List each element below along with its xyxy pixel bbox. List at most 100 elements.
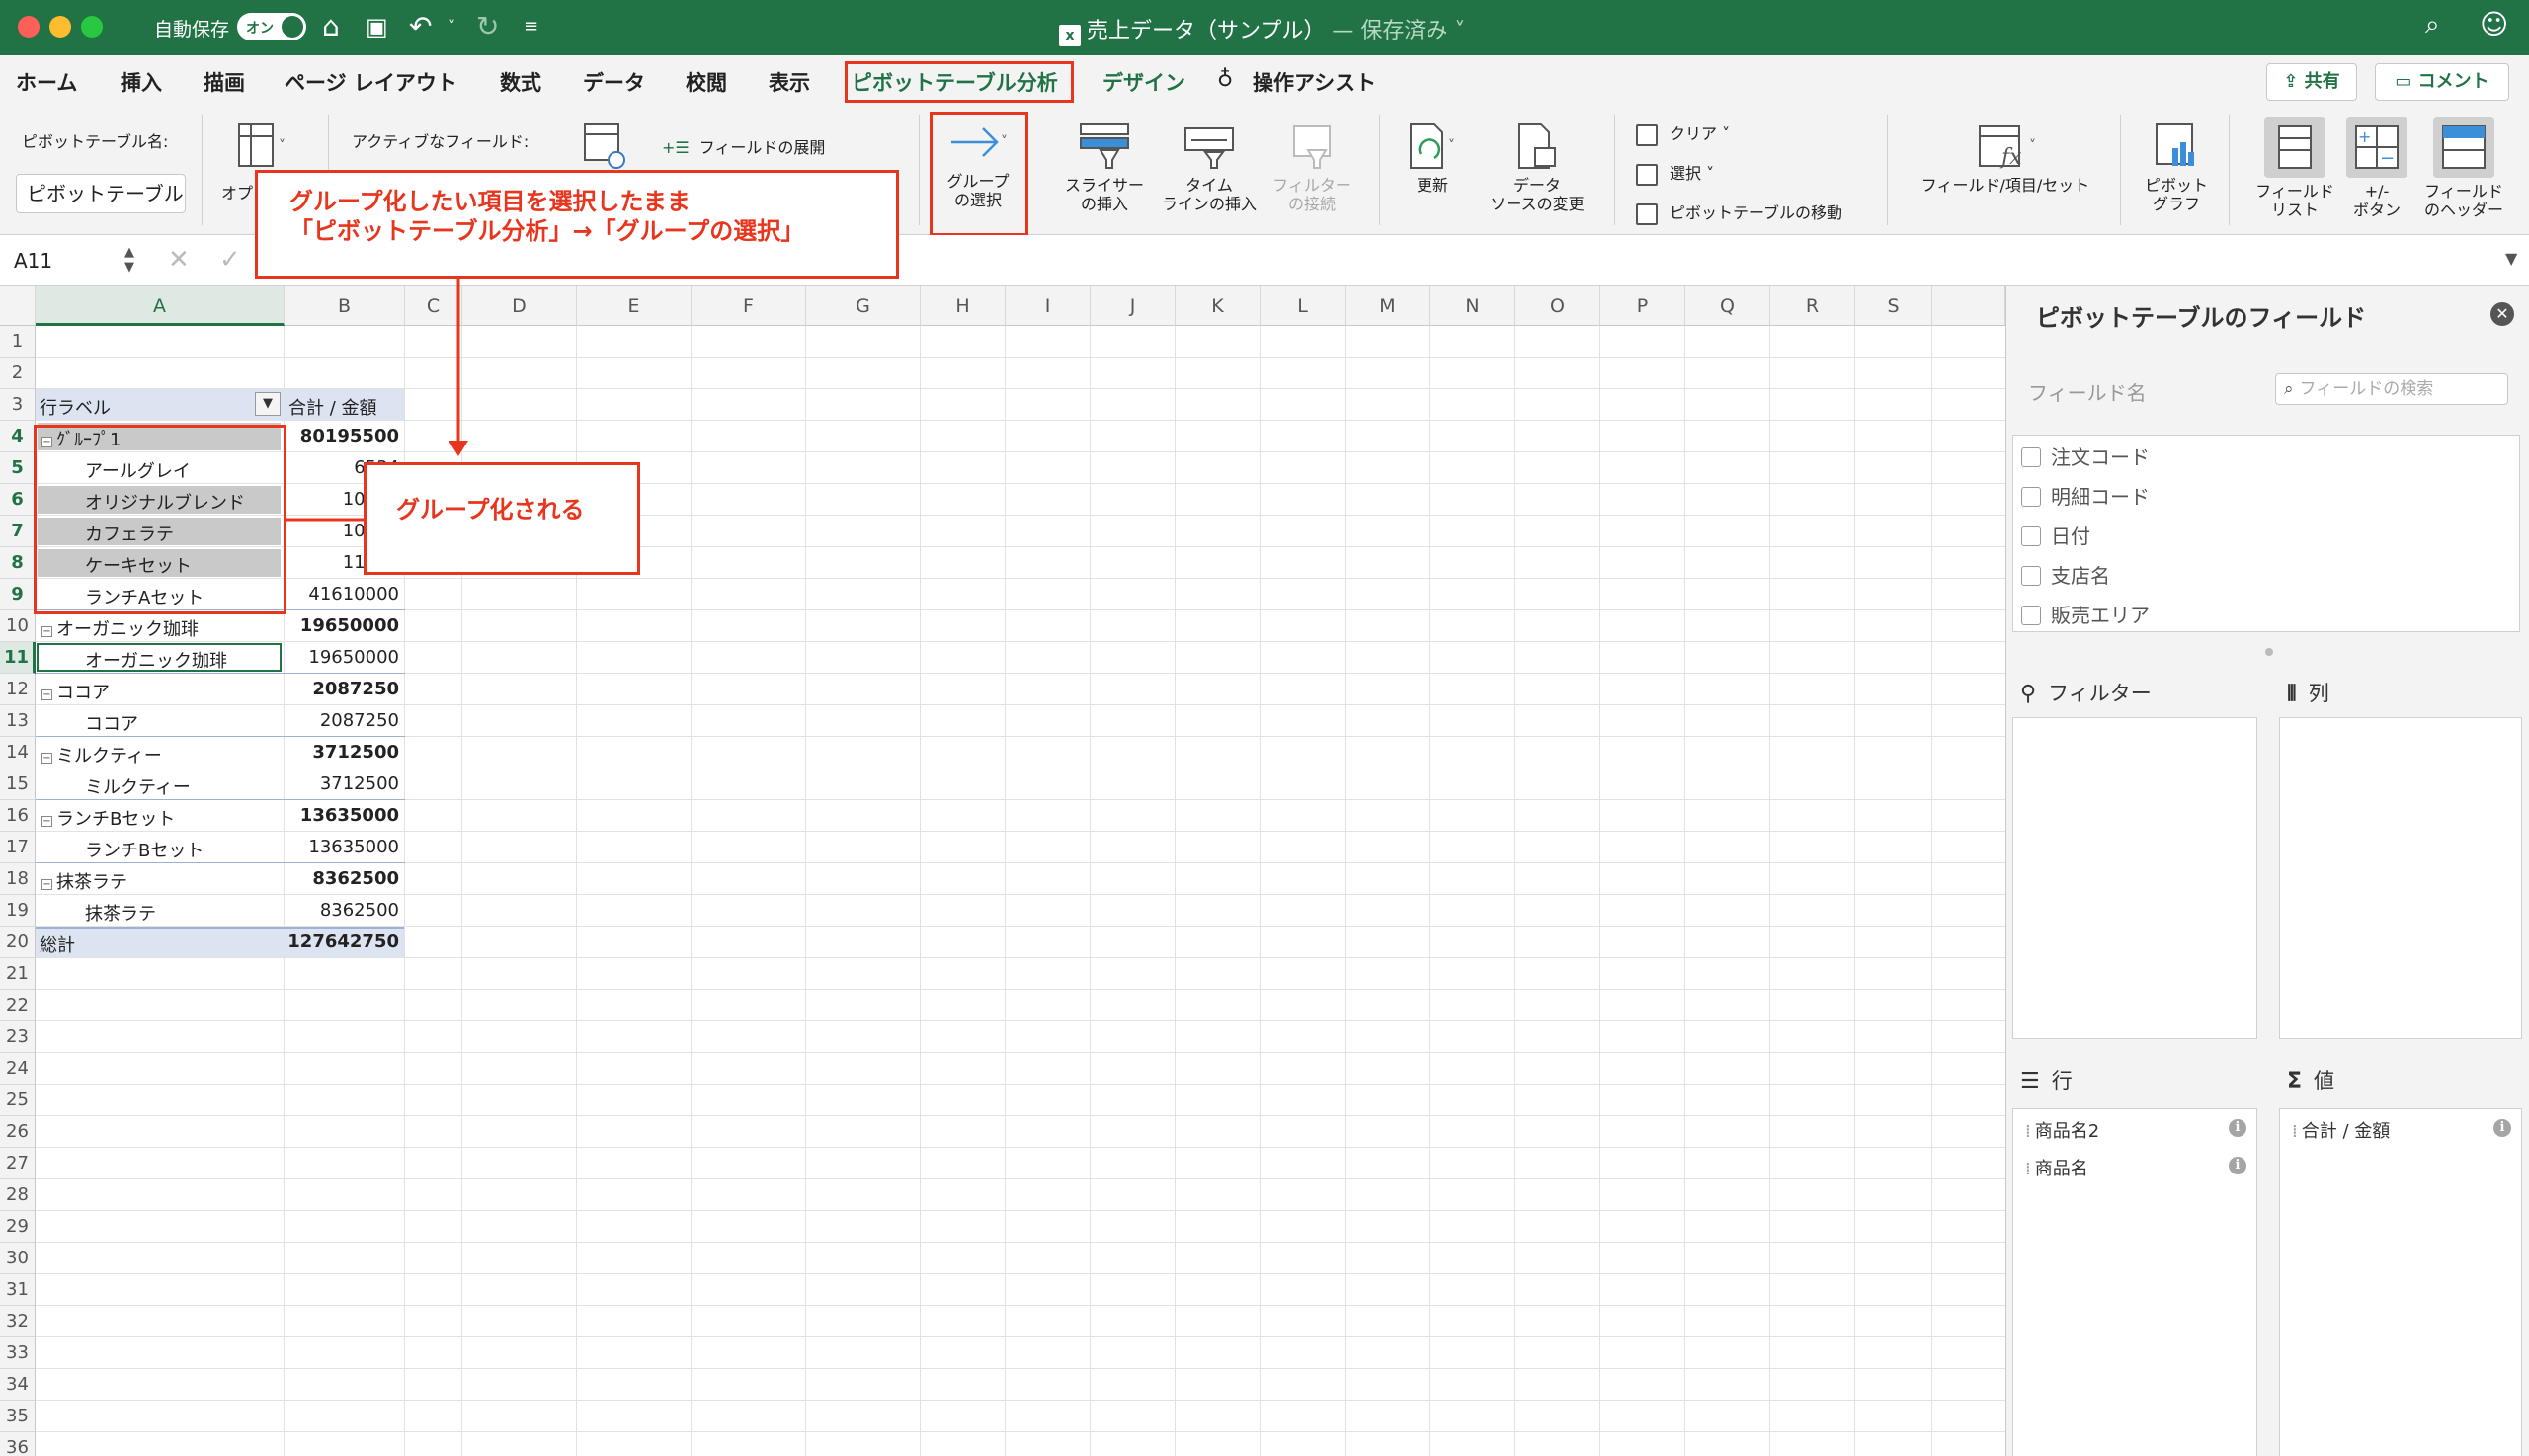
pivot-value-cell[interactable]: 3712500	[285, 742, 399, 763]
row-header-25[interactable]: 25	[0, 1085, 36, 1116]
plus-minus-buttons-button[interactable]: + − +/- ボタン	[2341, 117, 2412, 219]
tab-design[interactable]: デザイン	[1102, 67, 1185, 97]
field-checkbox[interactable]	[2021, 487, 2041, 507]
columns-drop-area[interactable]	[2279, 717, 2522, 1039]
field-checkbox[interactable]	[2021, 606, 2041, 625]
filter-connections-button[interactable]: フィルター の接続	[1263, 121, 1361, 213]
row-header-6[interactable]: 6	[0, 484, 36, 516]
row-header-5[interactable]: 5	[0, 452, 36, 484]
column-header-i[interactable]: I	[1006, 286, 1091, 326]
cancel-entry-icon[interactable]: ✕	[168, 245, 190, 275]
row-header-19[interactable]: 19	[0, 895, 36, 927]
row-header-13[interactable]: 13	[0, 705, 36, 737]
row-header-27[interactable]: 27	[0, 1148, 36, 1179]
tab-tell-me[interactable]: 操作アシスト	[1253, 67, 1376, 97]
pivot-item-label[interactable]: ランチBセット	[85, 837, 204, 862]
comment-button[interactable]: ▭ コメント	[2375, 63, 2509, 101]
field-checkbox[interactable]	[2021, 447, 2041, 467]
filters-drop-area[interactable]	[2012, 717, 2257, 1039]
minimize-window-button[interactable]	[49, 16, 71, 38]
pivot-group-label[interactable]: − オーガニック珈琲	[41, 615, 199, 641]
row-header-1[interactable]: 1	[0, 326, 36, 358]
tab-review[interactable]: 校閲	[686, 67, 727, 97]
move-pivottable-button[interactable]: ピボットテーブルの移動	[1636, 200, 1842, 225]
pivot-item-label[interactable]: 抹茶ラテ	[85, 900, 156, 926]
tab-formulas[interactable]: 数式	[500, 67, 541, 97]
change-data-source-button[interactable]: データ ソースの変更	[1478, 121, 1596, 213]
field-headers-button[interactable]: フィールド のヘッダー	[2414, 117, 2513, 219]
pivottable-options-button[interactable]: ˅	[223, 121, 302, 174]
pivot-group-label[interactable]: − ミルクティー	[41, 742, 162, 768]
row-header-2[interactable]: 2	[0, 358, 36, 389]
customize-toolbar-icon[interactable]: ≡	[524, 10, 538, 43]
field-list-button[interactable]: フィールド リスト	[2246, 117, 2343, 219]
column-header-s[interactable]: S	[1855, 286, 1932, 326]
column-header-b[interactable]: B	[285, 286, 405, 326]
field-item[interactable]: 日付	[2021, 521, 2090, 549]
row-header-30[interactable]: 30	[0, 1243, 36, 1274]
clear-button[interactable]: クリア ˅	[1636, 121, 1730, 146]
confirm-entry-icon[interactable]: ✓	[219, 245, 241, 275]
row-header-17[interactable]: 17	[0, 832, 36, 863]
column-header-q[interactable]: Q	[1685, 286, 1770, 326]
row-header-29[interactable]: 29	[0, 1211, 36, 1243]
column-header-h[interactable]: H	[921, 286, 1006, 326]
tab-insert[interactable]: 挿入	[121, 67, 162, 97]
close-window-button[interactable]	[18, 16, 40, 38]
autosave-toggle[interactable]: オン	[237, 13, 306, 40]
row-header-33[interactable]: 33	[0, 1337, 36, 1369]
pivot-value-cell[interactable]: 13635000	[285, 805, 399, 826]
row-header-32[interactable]: 32	[0, 1306, 36, 1337]
row-header-18[interactable]: 18	[0, 863, 36, 895]
pane-splitter-handle[interactable]	[2265, 648, 2273, 656]
search-icon[interactable]: ⌕	[2425, 10, 2440, 40]
refresh-button[interactable]: ˅ 更新	[1393, 121, 1472, 195]
tab-page-layout[interactable]: ページ レイアウト	[285, 67, 457, 97]
column-header-f[interactable]: F	[692, 286, 806, 326]
info-icon[interactable]: i	[2493, 1119, 2511, 1137]
column-header-g[interactable]: G	[806, 286, 921, 326]
column-header-e[interactable]: E	[577, 286, 692, 326]
row-header-22[interactable]: 22	[0, 990, 36, 1021]
row-header-10[interactable]: 10	[0, 610, 36, 642]
row-field-item[interactable]: ⁞ 商品名	[2025, 1155, 2088, 1180]
row-header-26[interactable]: 26	[0, 1116, 36, 1148]
pivot-group-label[interactable]: − ココア	[41, 679, 110, 704]
column-header-l[interactable]: L	[1261, 286, 1346, 326]
rows-drop-area[interactable]: ⁞ 商品名2 i ⁞ 商品名 i	[2012, 1108, 2257, 1456]
values-drop-area[interactable]: ⁞ 合計 / 金額 i	[2279, 1108, 2522, 1456]
row-header-24[interactable]: 24	[0, 1053, 36, 1085]
column-header-j[interactable]: J	[1091, 286, 1176, 326]
pivot-value-cell[interactable]: 2087250	[285, 679, 399, 699]
row-header-31[interactable]: 31	[0, 1274, 36, 1306]
row-field-item[interactable]: ⁞ 商品名2	[2025, 1117, 2099, 1143]
insert-timeline-button[interactable]: タイム ラインの挿入	[1150, 121, 1268, 213]
row-header-3[interactable]: 3	[0, 389, 36, 421]
row-header-8[interactable]: 8	[0, 547, 36, 579]
field-item[interactable]: 注文コード	[2021, 442, 2150, 470]
select-all-corner[interactable]	[0, 286, 36, 326]
tab-view[interactable]: 表示	[769, 67, 810, 97]
close-pane-icon[interactable]: ✕	[2490, 302, 2514, 326]
field-item[interactable]: 支店名	[2021, 560, 2110, 589]
row-header-35[interactable]: 35	[0, 1401, 36, 1432]
select-button[interactable]: 選択 ˅	[1636, 160, 1714, 186]
field-settings-button[interactable]	[573, 121, 636, 174]
undo-dropdown-chevron-icon[interactable]: ˅	[449, 10, 455, 43]
pivot-value-cell[interactable]: 19650000	[285, 647, 399, 668]
column-header-p[interactable]: P	[1600, 286, 1685, 326]
collapse-icon[interactable]: −	[41, 879, 52, 890]
row-header-16[interactable]: 16	[0, 800, 36, 832]
undo-icon[interactable]: ↶	[409, 10, 432, 43]
redo-icon[interactable]: ↻	[476, 10, 499, 43]
pivot-value-cell[interactable]: 13635000	[285, 837, 399, 857]
fields-items-sets-button[interactable]: fx ˅ フィールド/項目/セット	[1907, 121, 2104, 195]
row-header-9[interactable]: 9	[0, 579, 36, 610]
grand-total-value[interactable]: 127642750	[285, 931, 399, 952]
tab-data[interactable]: データ	[583, 67, 645, 97]
pivot-group-label[interactable]: − ランチBセット	[41, 805, 175, 831]
tab-draw[interactable]: 描画	[204, 67, 245, 97]
column-header-o[interactable]: O	[1515, 286, 1600, 326]
tab-home[interactable]: ホーム	[16, 67, 77, 97]
info-icon[interactable]: i	[2229, 1157, 2246, 1174]
